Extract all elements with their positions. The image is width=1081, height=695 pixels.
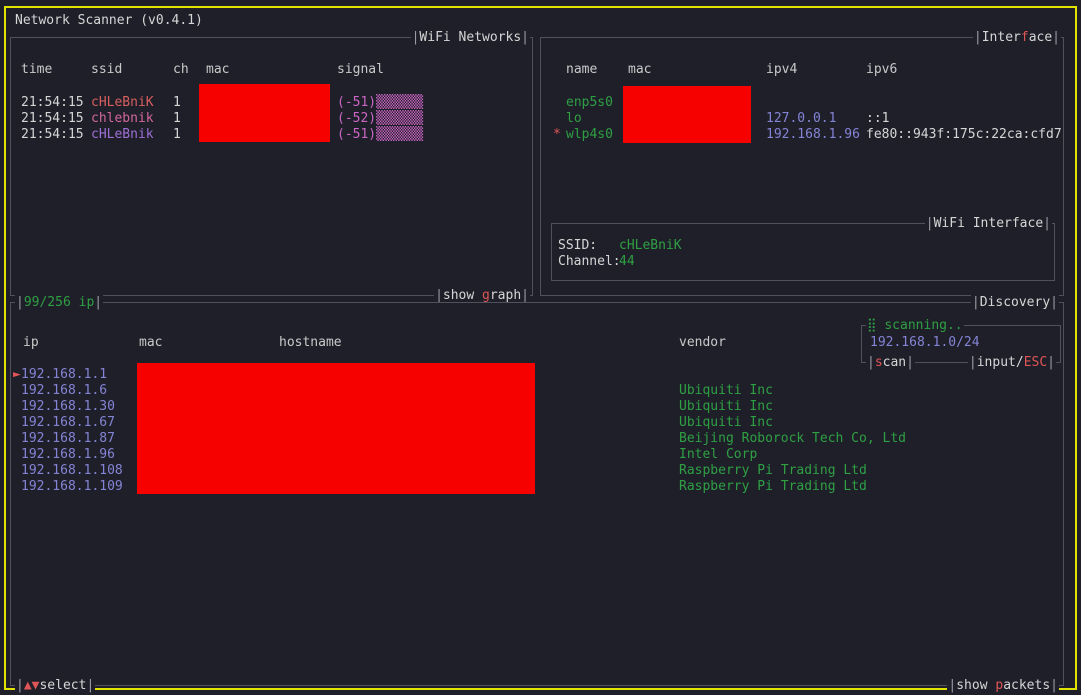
discovery-ip-cell: 192.168.1.30 bbox=[21, 399, 115, 414]
wifi-ssid-cell: cHLeBniK bbox=[91, 95, 154, 110]
column-header-time: time bbox=[21, 62, 53, 77]
column-header-name: name bbox=[566, 62, 598, 77]
wifi-channel-cell: 1 bbox=[173, 127, 181, 142]
discovery-vendor-cell: Ubiquiti Inc bbox=[679, 383, 773, 398]
wifi-ssid-cell: chlebnik bbox=[91, 111, 154, 126]
wifi-interface-panel: |WiFi Interface| SSID: cHLeBniK Channel:… bbox=[551, 216, 1055, 281]
active-interface-marker-icon: * bbox=[553, 127, 561, 142]
redacted-mac-block bbox=[623, 86, 751, 143]
discovery-ip-cell: 192.168.1.1 bbox=[21, 367, 108, 382]
wifi-table-header: time ssid ch mac signal bbox=[11, 62, 532, 78]
interface-name-cell: enp5s0 bbox=[566, 95, 613, 110]
wifi-interface-panel-title: |WiFi Interface| bbox=[924, 216, 1052, 231]
select-hint[interactable]: |▲▼select| bbox=[15, 678, 96, 693]
selected-row-marker-icon: ► bbox=[13, 367, 21, 382]
subnet-text: 192.168.1.0/24 bbox=[870, 335, 980, 350]
wifi-signal-cell: (-51)▒▒▒▒▒▒ bbox=[337, 95, 424, 110]
discovery-ip-cell: 192.168.1.87 bbox=[21, 431, 115, 446]
discovery-vendor-cell: Raspberry Pi Trading Ltd bbox=[679, 463, 867, 478]
wifi-interface-channel-row: Channel: 44 bbox=[552, 254, 1054, 270]
discovery-panel-title: |Discovery| bbox=[970, 295, 1059, 310]
discovery-vendor-cell: Beijing Roborock Tech Co, Ltd bbox=[679, 431, 906, 446]
interface-panel: |Interface| name mac ipv4 ipv6 enp5s0 lo… bbox=[540, 30, 1064, 296]
column-header-ssid: ssid bbox=[91, 62, 123, 77]
interface-table-header: name mac ipv4 ipv6 bbox=[541, 62, 1063, 78]
column-header-ch: ch bbox=[173, 62, 189, 77]
wifi-interface-ssid-row: SSID: cHLeBniK bbox=[552, 238, 1054, 254]
spinner-icon: ⣿ bbox=[867, 318, 877, 333]
wifi-channel-cell: 1 bbox=[173, 95, 181, 110]
show-graph-button[interactable]: |show graph| bbox=[434, 288, 530, 303]
discovery-ip-cell: 192.168.1.108 bbox=[21, 463, 123, 478]
column-header-vendor: vendor bbox=[679, 335, 726, 350]
interface-ipv6-cell: fe80::943f:175c:22ca:cfd7 bbox=[866, 127, 1062, 142]
ip-count-label: |99/256 ip| bbox=[15, 295, 104, 310]
column-header-hostname: hostname bbox=[279, 335, 342, 350]
interface-row: enp5s0 bbox=[541, 95, 1063, 111]
wifi-time-cell: 21:54:15 bbox=[21, 95, 84, 110]
up-down-arrows-icon: ▲▼ bbox=[23, 678, 40, 693]
wifi-ssid-cell: cHLeBnik bbox=[91, 127, 154, 142]
column-header-signal: signal bbox=[337, 62, 384, 77]
interface-ipv4-cell: 192.168.1.96 bbox=[766, 127, 860, 142]
column-header-mac: mac bbox=[206, 62, 230, 77]
ssid-label: SSID: bbox=[558, 238, 598, 253]
discovery-panel: |99/256 ip| |Discovery| ip mac hostname … bbox=[10, 295, 1064, 693]
wifi-networks-panel: |WiFi Networks| time ssid ch mac signal … bbox=[10, 30, 533, 303]
ssid-value: cHLeBniK bbox=[619, 238, 682, 253]
signal-bars-icon: ▒▒▒▒▒▒ bbox=[376, 111, 424, 126]
channel-value: 44 bbox=[619, 254, 635, 269]
column-header-ipv4: ipv4 bbox=[766, 62, 798, 77]
signal-bars-icon: ▒▒▒▒▒▒ bbox=[376, 127, 424, 142]
redacted-mac-block bbox=[199, 84, 330, 142]
interface-name-cell: wlp4s0 bbox=[566, 127, 613, 142]
wifi-channel-cell: 1 bbox=[173, 111, 181, 126]
discovery-vendor-cell: Intel Corp bbox=[679, 447, 758, 462]
interface-row: * wlp4s0 192.168.1.96 fe80::943f:175c:22… bbox=[541, 127, 1063, 143]
discovery-ip-cell: 192.168.1.109 bbox=[21, 479, 123, 494]
wifi-time-cell: 21:54:15 bbox=[21, 111, 84, 126]
discovery-vendor-cell: Raspberry Pi Trading Ltd bbox=[679, 479, 867, 494]
interface-ipv4-cell: 127.0.0.1 bbox=[766, 111, 837, 126]
wifi-signal-cell: (-52)▒▒▒▒▒▒ bbox=[337, 111, 424, 126]
column-header-mac: mac bbox=[628, 62, 652, 77]
app-title: Network Scanner (v0.4.1) bbox=[15, 13, 203, 28]
discovery-vendor-cell: Ubiquiti Inc bbox=[679, 415, 773, 430]
interface-panel-title: |Interface| bbox=[972, 30, 1061, 45]
input-esc-button[interactable]: |input/ESC| bbox=[967, 355, 1056, 370]
scan-button[interactable]: |scan| bbox=[866, 355, 915, 370]
discovery-vendor-cell: Ubiquiti Inc bbox=[679, 399, 773, 414]
wifi-time-cell: 21:54:15 bbox=[21, 127, 84, 142]
wifi-networks-panel-title: |WiFi Networks| bbox=[410, 30, 530, 45]
scan-status-box: ⣿ scanning.. 192.168.1.0/24 |scan| |inpu… bbox=[861, 318, 1061, 370]
interface-name-cell: lo bbox=[566, 111, 582, 126]
interface-row: lo 127.0.0.1 ::1 bbox=[541, 111, 1063, 127]
wifi-signal-cell: (-51)▒▒▒▒▒▒ bbox=[337, 127, 424, 142]
discovery-ip-cell: 192.168.1.6 bbox=[21, 383, 108, 398]
discovery-ip-cell: 192.168.1.67 bbox=[21, 415, 115, 430]
interface-ipv6-cell: ::1 bbox=[866, 111, 890, 126]
channel-label: Channel: bbox=[558, 254, 621, 269]
column-header-ipv6: ipv6 bbox=[866, 62, 898, 77]
column-header-mac: mac bbox=[139, 335, 163, 350]
column-header-ip: ip bbox=[23, 335, 39, 350]
show-packets-button[interactable]: |show packets| bbox=[947, 678, 1059, 693]
network-scanner-app: Network Scanner (v0.4.1) |WiFi Networks|… bbox=[0, 0, 1081, 695]
discovery-ip-cell: 192.168.1.96 bbox=[21, 447, 115, 462]
scanning-status: ⣿ scanning.. bbox=[866, 318, 964, 333]
redacted-mac-hostname-block bbox=[137, 363, 535, 494]
signal-bars-icon: ▒▒▒▒▒▒ bbox=[376, 95, 424, 110]
